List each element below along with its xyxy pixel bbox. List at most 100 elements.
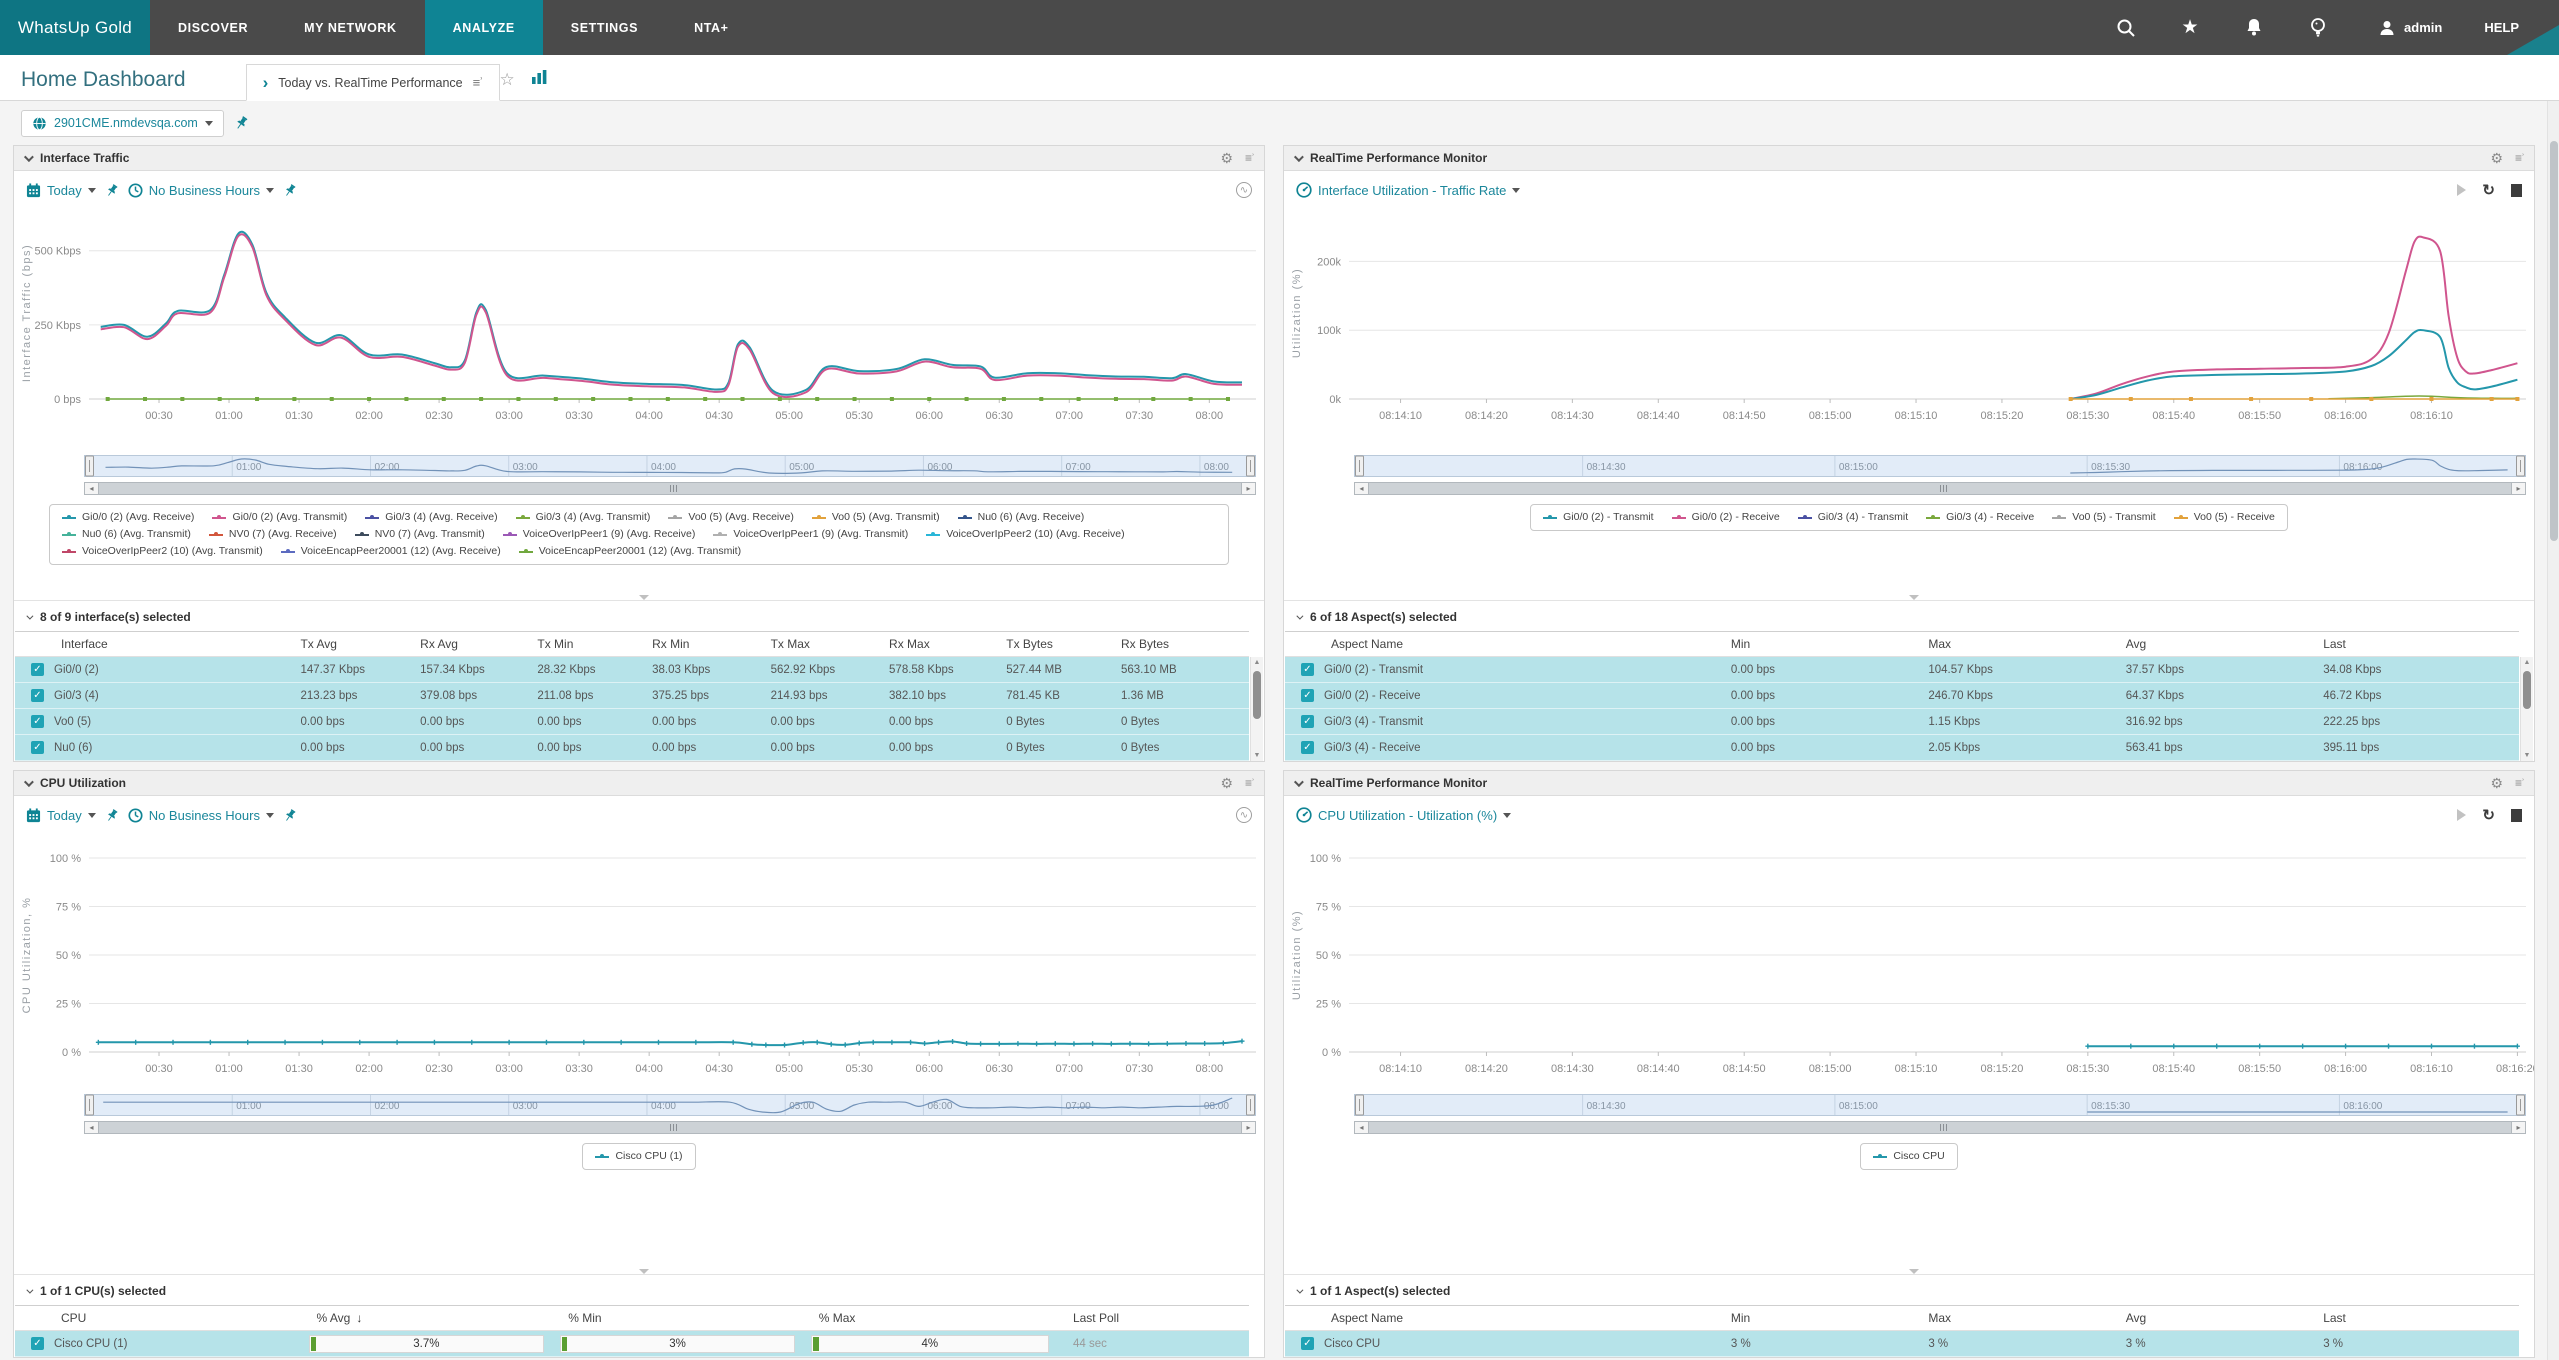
chart-horizontal-scrollbar[interactable]: ◂ ▸ xyxy=(1354,1121,2526,1134)
collapse-selection-icon[interactable] xyxy=(1296,612,1303,619)
scroll-right-icon[interactable]: ▸ xyxy=(2511,483,2525,494)
tab-today-vs-realtime-performance[interactable]: › Today vs. RealTime Performance ≡ʾ xyxy=(246,64,500,101)
collapse-selection-icon[interactable] xyxy=(26,1286,33,1293)
scrollbar-grip[interactable] xyxy=(670,1124,677,1131)
table-row[interactable]: ✓Gi0/3 (4) - Receive0.00 bps2.05 Kbps563… xyxy=(1285,735,2519,761)
table-row[interactable]: ✓Cisco CPU (1)3.7%3%4%44 sec xyxy=(15,1331,1249,1357)
scrollbar-grip[interactable] xyxy=(1940,485,1947,492)
legend-item[interactable]: Gi0/0 (2) - Receive xyxy=(1672,509,1780,526)
table-row[interactable]: ✓Nu0 (6)0.00 bps0.00 bps0.00 bps0.00 bps… xyxy=(15,735,1249,761)
legend-item[interactable]: Vo0 (5) (Avg. Transmit) xyxy=(812,509,940,526)
favorites-star-icon[interactable]: ★ xyxy=(2158,0,2222,55)
legend-item[interactable]: VoiceEncapPeer20001 (12) (Avg. Receive) xyxy=(281,543,501,560)
legend-item[interactable]: Cisco CPU (1) xyxy=(595,1148,682,1165)
tab-expand-icon[interactable]: › xyxy=(263,74,269,91)
column-header[interactable]: Aspect Name xyxy=(1285,637,1717,651)
column-header[interactable]: Max xyxy=(1914,637,2111,651)
notifications-bell-icon[interactable] xyxy=(2222,0,2286,55)
dashboard-chart-icon[interactable] xyxy=(531,69,548,90)
legend-item[interactable]: Vo0 (5) (Avg. Receive) xyxy=(668,509,793,526)
table-scrollbar[interactable]: ▲▼ xyxy=(1250,657,1263,761)
collapse-panel-icon[interactable] xyxy=(24,152,34,162)
table-row[interactable]: ✓Gi0/0 (2) - Transmit0.00 bps104.57 Kbps… xyxy=(1285,657,2519,683)
column-header[interactable]: Aspect Name xyxy=(1285,1311,1717,1325)
nav-item-analyze[interactable]: ANALYZE xyxy=(425,0,543,55)
legend-item[interactable]: NV0 (7) (Avg. Receive) xyxy=(209,526,337,543)
chart-horizontal-scrollbar[interactable]: ◂ ▸ xyxy=(84,482,1256,495)
scroll-right-icon[interactable]: ▸ xyxy=(2511,1122,2525,1133)
column-header[interactable]: Avg xyxy=(2112,1311,2309,1325)
favorite-dashboard-icon[interactable]: ☆ xyxy=(500,70,515,90)
row-checkbox[interactable]: ✓ xyxy=(31,663,44,676)
nav-item-nta-[interactable]: NTA+ xyxy=(666,0,756,55)
refresh-icon[interactable]: ↻ xyxy=(2482,808,2495,823)
sort-descending-icon[interactable]: ↓ xyxy=(356,1311,362,1325)
column-header[interactable]: Last xyxy=(2309,1311,2519,1325)
column-header[interactable]: Tx Max xyxy=(757,637,875,651)
scroll-up-icon[interactable]: ▲ xyxy=(2521,657,2533,668)
legend-item[interactable]: VoiceEncapPeer20001 (12) (Avg. Transmit) xyxy=(519,543,741,560)
pin-device-button[interactable] xyxy=(234,115,249,131)
scroll-left-icon[interactable]: ◂ xyxy=(1355,483,1369,494)
chart-horizontal-scrollbar[interactable]: ◂ ▸ xyxy=(1354,482,2526,495)
table-scrollbar-thumb[interactable] xyxy=(2523,671,2531,709)
pin-hours-button[interactable] xyxy=(283,808,297,823)
user-menu[interactable]: admin xyxy=(2350,19,2470,37)
scroll-right-icon[interactable]: ▸ xyxy=(1241,483,1255,494)
refresh-icon[interactable]: ↻ xyxy=(2482,183,2495,198)
selection-summary[interactable]: 1 of 1 CPU(s) selected xyxy=(14,1275,1264,1305)
scroll-left-icon[interactable]: ◂ xyxy=(85,1122,99,1133)
row-checkbox[interactable]: ✓ xyxy=(31,689,44,702)
scroll-up-icon[interactable]: ▲ xyxy=(1251,657,1263,668)
pin-date-button[interactable] xyxy=(105,808,119,823)
play-icon[interactable] xyxy=(2457,184,2466,196)
column-header[interactable]: Last xyxy=(2309,637,2519,651)
chart-range-navigator[interactable]: 01:0002:0003:0004:0005:0006:0007:0008:00 xyxy=(84,1094,1256,1121)
business-hours-select[interactable]: No Business Hours xyxy=(128,183,274,198)
pin-hours-button[interactable] xyxy=(283,183,297,198)
legend-item[interactable]: Gi0/3 (4) - Transmit xyxy=(1798,509,1908,526)
section-divider[interactable] xyxy=(1284,600,2534,601)
monitor-source-select[interactable]: Interface Utilization - Traffic Rate xyxy=(1296,182,1520,198)
play-icon[interactable] xyxy=(2457,809,2466,821)
selection-summary[interactable]: 1 of 1 Aspect(s) selected xyxy=(1284,1275,2534,1305)
panel-settings-gear-icon[interactable]: ⚙ xyxy=(2490,776,2503,790)
legend-item[interactable]: Gi0/0 (2) (Avg. Transmit) xyxy=(212,509,347,526)
section-divider[interactable] xyxy=(1284,1274,2534,1275)
legend-item[interactable]: Gi0/3 (4) (Avg. Transmit) xyxy=(516,509,651,526)
column-header[interactable]: Rx Max xyxy=(875,637,992,651)
collapse-panel-icon[interactable] xyxy=(1294,777,1304,787)
table-scrollbar[interactable]: ▲▼ xyxy=(2520,657,2533,761)
panel-menu-icon[interactable]: ≡ʾ xyxy=(2515,776,2524,790)
legend-item[interactable]: Nu0 (6) (Avg. Transmit) xyxy=(62,526,191,543)
panel-menu-icon[interactable]: ≡ʾ xyxy=(2515,151,2524,165)
app-logo[interactable]: WhatsUp Gold xyxy=(0,0,150,55)
column-header[interactable]: Rx Min xyxy=(638,637,756,651)
column-header[interactable]: Max xyxy=(1914,1311,2111,1325)
table-row[interactable]: ✓Gi0/0 (2) - Receive0.00 bps246.70 Kbps6… xyxy=(1285,683,2519,709)
column-header[interactable]: Interface xyxy=(15,637,286,651)
table-row[interactable]: ✓Cisco CPU3 %3 %3 %3 % xyxy=(1285,1331,2519,1357)
legend-item[interactable]: NV0 (7) (Avg. Transmit) xyxy=(355,526,485,543)
page-scrollbar-thumb[interactable] xyxy=(2550,141,2558,541)
panel-menu-icon[interactable]: ≡ʾ xyxy=(1245,776,1254,790)
nav-item-discover[interactable]: DISCOVER xyxy=(150,0,276,55)
date-range-select[interactable]: Today xyxy=(26,808,96,823)
legend-item[interactable]: VoiceOverIpPeer1 (9) (Avg. Transmit) xyxy=(713,526,908,543)
cpu-utilization-chart[interactable]: 100 %75 %50 %25 %0 %00:3001:0001:3002:00… xyxy=(14,834,1264,1086)
table-row[interactable]: ✓Gi0/3 (4) - Transmit0.00 bps1.15 Kbps31… xyxy=(1285,709,2519,735)
chart-range-navigator[interactable]: 08:14:3008:15:0008:15:3008:16:00 xyxy=(1354,1094,2526,1121)
panel-settings-gear-icon[interactable]: ⚙ xyxy=(2490,151,2503,165)
scroll-left-icon[interactable]: ◂ xyxy=(85,483,99,494)
panel-settings-gear-icon[interactable]: ⚙ xyxy=(1220,151,1233,165)
table-scrollbar-thumb[interactable] xyxy=(1253,671,1261,719)
column-header[interactable]: % Avg↓ xyxy=(303,1311,555,1325)
ideas-lightbulb-icon[interactable] xyxy=(2286,0,2350,55)
row-checkbox[interactable]: ✓ xyxy=(31,741,44,754)
realtime-cpu-chart[interactable]: 100 %75 %50 %25 %0 %08:14:1008:14:2008:1… xyxy=(1284,834,2534,1086)
column-header[interactable]: Last Poll xyxy=(1059,1311,1249,1325)
nav-item-my-network[interactable]: MY NETWORK xyxy=(276,0,425,55)
legend-item[interactable]: Gi0/3 (4) (Avg. Receive) xyxy=(365,509,497,526)
chart-range-navigator[interactable]: 01:0002:0003:0004:0005:0006:0007:0008:00 xyxy=(84,455,1256,482)
column-header[interactable]: Tx Min xyxy=(523,637,638,651)
